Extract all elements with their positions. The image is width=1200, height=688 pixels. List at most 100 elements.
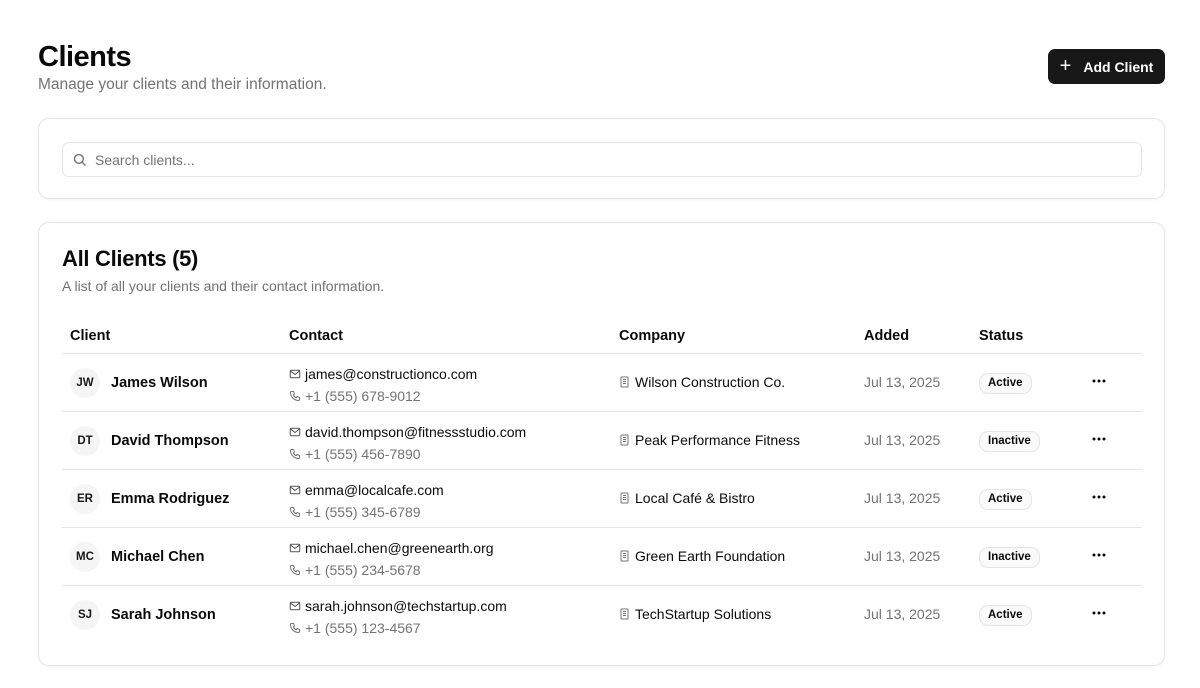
- row-actions-button[interactable]: [1089, 371, 1109, 391]
- building-icon: [620, 376, 629, 388]
- client-cell: JW James Wilson: [70, 368, 208, 398]
- more-horizontal-icon: [1092, 495, 1106, 499]
- client-phone[interactable]: +1 (555) 456-7890: [305, 446, 421, 462]
- company-cell: Green Earth Foundation: [619, 548, 785, 564]
- mail-icon: [289, 601, 301, 611]
- client-name: Emma Rodriguez: [111, 491, 230, 507]
- avatar: JW: [70, 368, 100, 398]
- contact-cell: sarah.johnson@techstartup.com +1 (555) 1…: [289, 595, 507, 639]
- status-cell: Inactive: [979, 547, 1040, 568]
- phone-icon: [290, 507, 300, 517]
- page-header: Clients Manage your clients and their in…: [38, 40, 1165, 100]
- table-row[interactable]: DT David Thompson david.thompson@fitness…: [62, 412, 1142, 470]
- building-icon: [620, 550, 629, 562]
- company-cell: Peak Performance Fitness: [619, 432, 800, 448]
- client-email[interactable]: emma@localcafe.com: [305, 482, 444, 498]
- table-row[interactable]: SJ Sarah Johnson sarah.johnson@techstart…: [62, 586, 1142, 644]
- client-company: Local Café & Bistro: [635, 490, 755, 506]
- client-email[interactable]: david.thompson@fitnessstudio.com: [305, 424, 526, 440]
- client-email[interactable]: michael.chen@greenearth.org: [305, 540, 494, 556]
- client-added-date: Jul 13, 2025: [864, 548, 941, 564]
- search-icon: [73, 153, 86, 166]
- company-cell: Wilson Construction Co.: [619, 374, 785, 390]
- mail-icon: [289, 543, 301, 553]
- client-name: David Thompson: [111, 433, 229, 449]
- table-header: Client Contact Company Added Status: [62, 319, 1142, 354]
- row-actions-button[interactable]: [1089, 545, 1109, 565]
- client-cell: DT David Thompson: [70, 426, 229, 456]
- mail-icon: [289, 369, 301, 379]
- client-phone[interactable]: +1 (555) 678-9012: [305, 388, 421, 404]
- mail-icon: [289, 485, 301, 495]
- list-description: A list of all your clients and their con…: [62, 278, 385, 294]
- client-phone[interactable]: +1 (555) 345-6789: [305, 504, 421, 520]
- client-added-date: Jul 13, 2025: [864, 606, 941, 622]
- search-box[interactable]: [62, 142, 1142, 177]
- client-added-date: Jul 13, 2025: [864, 490, 941, 506]
- client-phone[interactable]: +1 (555) 123-4567: [305, 620, 421, 636]
- company-cell: Local Café & Bistro: [619, 490, 755, 506]
- client-name: James Wilson: [111, 375, 208, 391]
- contact-cell: david.thompson@fitnessstudio.com +1 (555…: [289, 421, 526, 465]
- row-actions-button[interactable]: [1089, 603, 1109, 623]
- phone-icon: [290, 449, 300, 459]
- building-icon: [620, 434, 629, 446]
- page-title: Clients: [38, 41, 132, 73]
- client-company: Peak Performance Fitness: [635, 432, 800, 448]
- contact-cell: james@constructionco.com +1 (555) 678-90…: [289, 363, 477, 407]
- client-cell: ER Emma Rodriguez: [70, 484, 229, 514]
- column-header-contact: Contact: [289, 328, 343, 344]
- client-email[interactable]: james@constructionco.com: [305, 366, 477, 382]
- mail-icon: [289, 427, 301, 437]
- table-row[interactable]: ER Emma Rodriguez emma@localcafe.com +1 …: [62, 470, 1142, 528]
- phone-icon: [290, 391, 300, 401]
- add-client-button[interactable]: + Add Client: [1048, 49, 1165, 84]
- client-cell: SJ Sarah Johnson: [70, 600, 216, 630]
- client-email[interactable]: sarah.johnson@techstartup.com: [305, 598, 507, 614]
- building-icon: [620, 608, 629, 620]
- client-added-date: Jul 13, 2025: [864, 374, 941, 390]
- client-added-date: Jul 13, 2025: [864, 432, 941, 448]
- column-header-client: Client: [70, 328, 111, 344]
- row-actions-button[interactable]: [1089, 429, 1109, 449]
- contact-cell: emma@localcafe.com +1 (555) 345-6789: [289, 479, 444, 523]
- client-name: Michael Chen: [111, 549, 205, 565]
- client-company: Wilson Construction Co.: [635, 374, 786, 390]
- page-subtitle: Manage your clients and their informatio…: [38, 76, 327, 93]
- client-company: Green Earth Foundation: [635, 548, 786, 564]
- clients-list-card: All Clients (5) A list of all your clien…: [38, 222, 1165, 666]
- more-horizontal-icon: [1092, 611, 1106, 615]
- building-icon: [620, 492, 629, 504]
- table-row[interactable]: MC Michael Chen michael.chen@greenearth.…: [62, 528, 1142, 586]
- status-badge: Inactive: [979, 431, 1040, 452]
- search-card: [38, 118, 1165, 199]
- clients-table: Client Contact Company Added Status JW J…: [62, 319, 1142, 644]
- plus-icon: +: [1059, 54, 1072, 77]
- add-client-label: Add Client: [1083, 58, 1154, 75]
- table-row[interactable]: JW James Wilson james@constructionco.com…: [62, 354, 1142, 412]
- avatar: ER: [70, 484, 100, 514]
- company-cell: TechStartup Solutions: [619, 606, 771, 622]
- avatar: SJ: [70, 600, 100, 630]
- search-input[interactable]: [95, 151, 1095, 168]
- table-body: JW James Wilson james@constructionco.com…: [62, 354, 1142, 644]
- client-phone[interactable]: +1 (555) 234-5678: [305, 562, 421, 578]
- client-cell: MC Michael Chen: [70, 542, 204, 572]
- status-cell: Active: [979, 605, 1032, 626]
- client-name: Sarah Johnson: [111, 607, 216, 623]
- column-header-added: Added: [864, 328, 910, 344]
- client-company: TechStartup Solutions: [635, 606, 772, 622]
- more-horizontal-icon: [1092, 553, 1106, 557]
- status-cell: Active: [979, 373, 1032, 394]
- status-badge: Active: [979, 373, 1032, 394]
- status-cell: Inactive: [979, 431, 1040, 452]
- column-header-status: Status: [979, 328, 1024, 344]
- phone-icon: [290, 565, 300, 575]
- avatar: MC: [70, 542, 100, 572]
- list-title: All Clients (5): [62, 246, 199, 271]
- column-header-company: Company: [619, 328, 686, 344]
- row-actions-button[interactable]: [1089, 487, 1109, 507]
- status-badge: Active: [979, 489, 1032, 510]
- status-badge: Active: [979, 605, 1032, 626]
- contact-cell: michael.chen@greenearth.org +1 (555) 234…: [289, 537, 494, 581]
